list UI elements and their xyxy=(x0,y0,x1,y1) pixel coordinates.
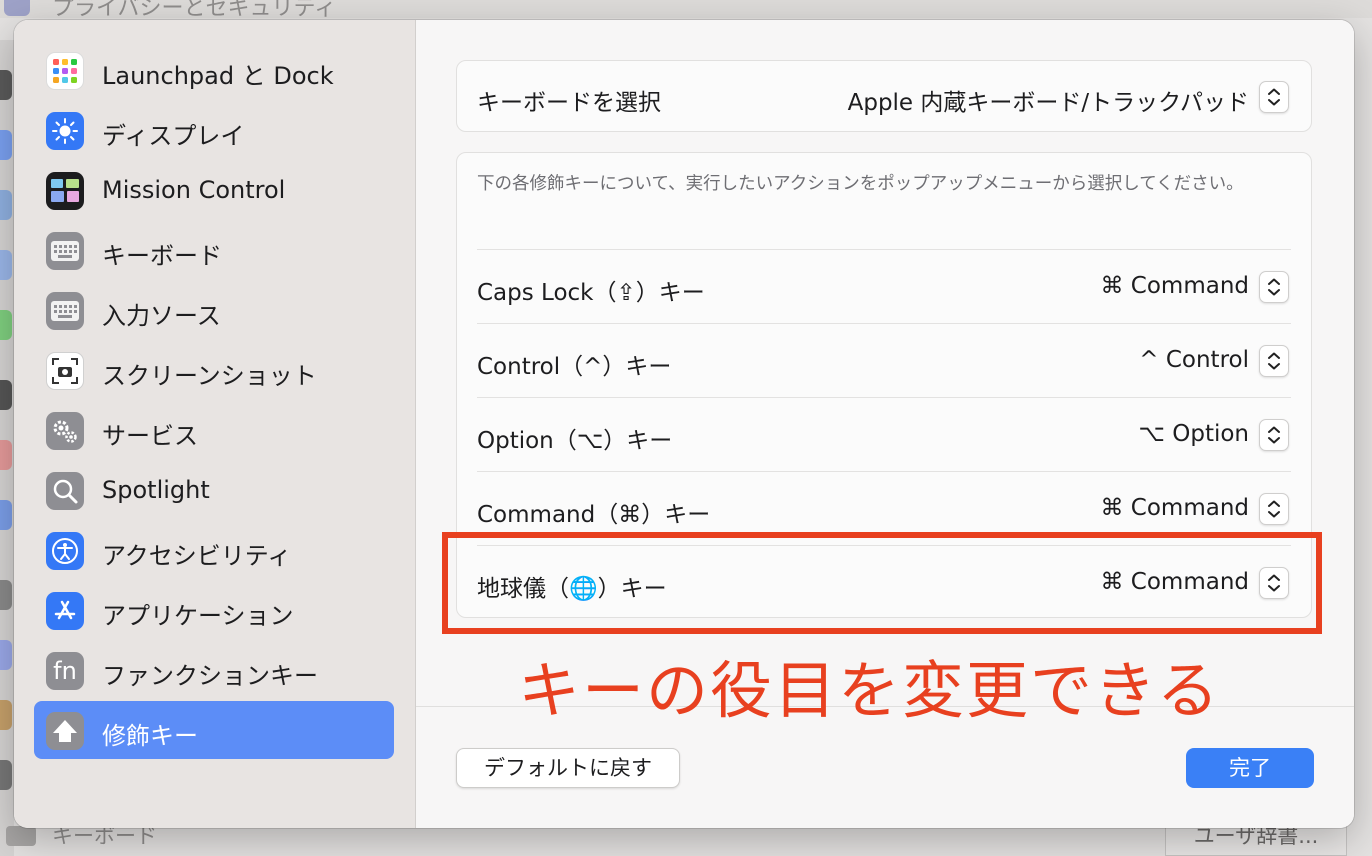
control-action-stepper[interactable] xyxy=(1259,345,1289,377)
gears-icon xyxy=(46,412,84,450)
mission-control-icon xyxy=(46,172,84,210)
sidebar-item-services[interactable]: サービス xyxy=(34,401,394,459)
sun-icon xyxy=(46,112,84,150)
divider xyxy=(477,397,1291,398)
control-action-value[interactable]: ^ Control xyxy=(1139,347,1249,373)
up-down-chevron-icon xyxy=(1268,88,1280,106)
keyboard-select-value[interactable]: Apple 内蔵キーボード/トラックパッド xyxy=(848,83,1249,117)
sidebar-item-screenshot[interactable]: スクリーンショット xyxy=(34,341,394,399)
divider xyxy=(477,471,1291,472)
annotation-text: キーの役目を変更できる xyxy=(518,654,1221,727)
fn-icon: fn xyxy=(46,652,84,690)
option-action-value[interactable]: ⌥ Option xyxy=(1138,421,1249,447)
background-sidebar-strip xyxy=(0,40,14,856)
sidebar-item-function-keys[interactable]: fn ファンクションキー xyxy=(34,641,394,699)
caps-lock-key-label: Caps Lock（⇪）キー xyxy=(477,280,705,306)
annotation-highlight-box xyxy=(442,532,1322,634)
launchpad-grid-icon xyxy=(46,52,84,90)
background-top-label: プライバシーとセキュリティ xyxy=(52,0,337,21)
control-key-label: Control（^）キー xyxy=(477,354,672,380)
app-store-icon xyxy=(46,592,84,630)
magnifier-icon xyxy=(46,472,84,510)
up-down-chevron-icon xyxy=(1268,500,1280,518)
command-action-value[interactable]: ⌘ Command xyxy=(1100,495,1249,521)
keyboard-select-group: キーボードを選択 Apple 内蔵キーボード/トラックパッド xyxy=(456,60,1312,132)
command-action-stepper[interactable] xyxy=(1259,493,1289,525)
sidebar-item-launchpad-dock[interactable]: Launchpad と Dock xyxy=(34,41,394,99)
sidebar-item-label: アクセシビリティ xyxy=(102,542,292,570)
sidebar-item-label: Launchpad と Dock xyxy=(102,62,334,90)
sidebar-item-label: アプリケーション xyxy=(102,602,294,630)
accessibility-icon xyxy=(46,532,84,570)
privacy-hand-icon xyxy=(4,0,30,16)
command-key-label: Command（⌘）キー xyxy=(477,502,711,528)
sidebar-item-label: Spotlight xyxy=(102,476,210,504)
sidebar-item-label: ディスプレイ xyxy=(102,122,245,150)
divider xyxy=(477,249,1291,250)
done-button[interactable]: 完了 xyxy=(1186,748,1314,788)
sidebar-item-accessibility[interactable]: アクセシビリティ xyxy=(34,521,394,579)
keyboard-select-stepper[interactable] xyxy=(1259,81,1289,113)
camera-icon xyxy=(46,352,84,390)
up-down-chevron-icon xyxy=(1268,426,1280,444)
keyboard-icon xyxy=(6,826,36,846)
up-down-chevron-icon xyxy=(1268,278,1280,296)
caps-lock-action-value[interactable]: ⌘ Command xyxy=(1100,273,1249,299)
sidebar-item-label: サービス xyxy=(102,422,198,450)
divider xyxy=(477,323,1291,324)
option-action-stepper[interactable] xyxy=(1259,419,1289,451)
shift-arrow-icon xyxy=(46,712,84,750)
sidebar-item-input-sources[interactable]: 入力ソース xyxy=(34,281,394,339)
sidebar-item-label: ファンクションキー xyxy=(102,662,318,690)
keyboard-icon xyxy=(46,292,84,330)
sidebar-item-label: スクリーンショット xyxy=(102,362,317,390)
modifier-description: 下の各修飾キーについて、実行したいアクションをポップアップメニューから選択してく… xyxy=(477,174,1244,194)
caps-lock-action-stepper[interactable] xyxy=(1259,271,1289,303)
sidebar-item-displays[interactable]: ディスプレイ xyxy=(34,101,394,159)
sidebar-item-label: Mission Control xyxy=(102,176,286,204)
keyboard-select-label: キーボードを選択 xyxy=(477,90,661,116)
sidebar-item-keyboard[interactable]: キーボード xyxy=(34,221,394,279)
up-down-chevron-icon xyxy=(1268,352,1280,370)
settings-sidebar: Launchpad と Dock ディスプレイ Mission Control … xyxy=(14,20,416,828)
sidebar-item-spotlight[interactable]: Spotlight xyxy=(34,461,394,519)
restore-defaults-button[interactable]: デフォルトに戻す xyxy=(456,748,680,788)
sidebar-item-label: 入力ソース xyxy=(102,302,221,330)
option-key-label: Option（⌥）キー xyxy=(477,428,673,454)
sidebar-item-label: 修飾キー xyxy=(102,722,198,750)
sidebar-item-mission-control[interactable]: Mission Control xyxy=(34,161,394,219)
sidebar-item-modifier-keys[interactable]: 修飾キー xyxy=(34,701,394,759)
keyboard-icon xyxy=(46,232,84,270)
sidebar-item-applications[interactable]: アプリケーション xyxy=(34,581,394,639)
sidebar-item-label: キーボード xyxy=(102,242,222,270)
